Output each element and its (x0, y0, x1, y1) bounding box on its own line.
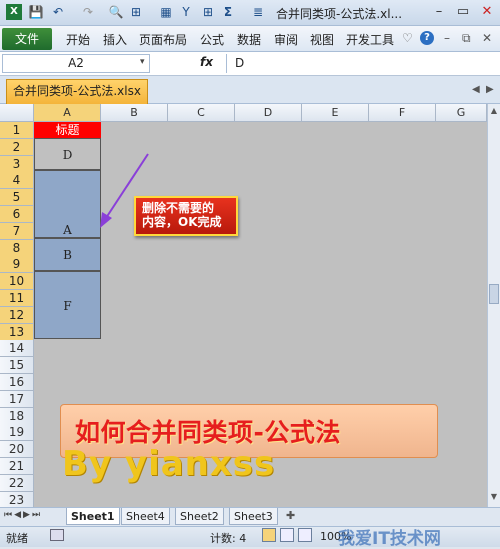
document-tab[interactable]: 合并同类项-公式法.xlsx (6, 79, 148, 104)
site-watermark: 我爱IT技术网 (338, 529, 441, 549)
column-header-e[interactable]: E (302, 104, 369, 122)
insert-function-icon[interactable]: fx (200, 55, 213, 69)
tab-scroll-right-icon[interactable]: ▶ (486, 84, 494, 95)
status-mode: 就绪 (6, 532, 28, 545)
row-header-17[interactable]: 17 (0, 390, 34, 408)
row-header-18[interactable]: 18 (0, 407, 34, 425)
sheet-tab-sheet1[interactable]: Sheet1 (66, 508, 120, 525)
scroll-up-icon[interactable]: ▲ (489, 106, 499, 118)
row-header-6[interactable]: 6 (0, 206, 34, 223)
name-box-dropdown-icon[interactable]: ▾ (140, 57, 145, 67)
tab-formulas[interactable]: 公式 (200, 31, 224, 48)
merged-cell-b[interactable]: B (34, 238, 101, 271)
column-header-d[interactable]: D (235, 104, 302, 122)
restore-icon[interactable]: ▭ (452, 3, 474, 21)
borders-icon[interactable]: ⊞ (200, 4, 216, 20)
row-header-3[interactable]: 3 (0, 155, 34, 173)
scroll-thumb[interactable] (489, 284, 499, 304)
column-header-a[interactable]: A (34, 104, 101, 122)
row-header-8[interactable]: 8 (0, 239, 34, 257)
row-header-9[interactable]: 9 (0, 256, 34, 274)
name-box[interactable]: A2 (2, 54, 150, 73)
cell-a1-header[interactable]: 标题 (34, 122, 101, 138)
macro-record-icon[interactable] (50, 529, 64, 541)
row-header-19[interactable]: 19 (0, 424, 34, 442)
tab-page-layout[interactable]: 页面布局 (139, 31, 187, 48)
normal-view-icon[interactable] (262, 528, 276, 542)
callout-box: 删除不需要的 内容，OK完成 (134, 196, 238, 236)
tab-insert[interactable]: 插入 (103, 31, 127, 48)
print-preview-icon[interactable]: 🔍 (108, 4, 124, 20)
help-icon[interactable]: ? (420, 31, 434, 45)
row-header-16[interactable]: 16 (0, 374, 34, 391)
redo-icon[interactable]: ↷ (80, 4, 96, 20)
row-header-4[interactable]: 4 (0, 172, 34, 190)
collapse-ribbon-icon[interactable]: ♡ (402, 31, 413, 45)
callout-line-1: 删除不需要的 (142, 201, 215, 215)
tab-developer[interactable]: 开发工具 (346, 31, 394, 48)
tab-scroll-left-icon[interactable]: ◀ (472, 84, 480, 95)
column-header-c[interactable]: C (168, 104, 235, 122)
window-title: 合并同类项-公式法.xl... (276, 7, 403, 21)
sheet-tab-sheet4[interactable]: Sheet4 (121, 508, 170, 525)
format-icon[interactable]: ⊞ (128, 4, 144, 20)
vertical-scrollbar[interactable]: ▲ ▼ (487, 104, 500, 507)
tab-home[interactable]: 开始 (66, 31, 90, 48)
page-layout-view-icon[interactable] (280, 528, 294, 542)
tab-review[interactable]: 审阅 (274, 31, 298, 48)
row-header-21[interactable]: 21 (0, 458, 34, 475)
row-header-15[interactable]: 15 (0, 357, 34, 375)
close-icon[interactable]: ✕ (476, 3, 498, 21)
tab-data[interactable]: 数据 (237, 31, 261, 48)
sheet-nav-icon[interactable]: ⏮◀▶⏭ (4, 510, 42, 520)
row-header-14[interactable]: 14 (0, 340, 34, 358)
byline-text: By yianxss (62, 444, 276, 484)
row-header-13[interactable]: 13 (0, 323, 34, 341)
select-all-corner[interactable] (0, 104, 34, 122)
excel-logo-icon: X (6, 4, 22, 20)
row-header-2[interactable]: 2 (0, 138, 34, 156)
undo-icon[interactable]: ↶ (50, 4, 66, 20)
row-header-12[interactable]: 12 (0, 306, 34, 324)
row-header-10[interactable]: 10 (0, 273, 34, 291)
ribbon-close-icon[interactable]: ✕ (482, 31, 492, 45)
title-bar: X 💾 ↶ ↷ 🔍 ⊞ ▦ Y ⊞ Σ ≣ 合并同类项-公式法.xl... – … (0, 0, 500, 26)
column-header-f[interactable]: F (369, 104, 436, 122)
row-header-1[interactable]: 1 (0, 122, 34, 139)
merged-cell-f[interactable]: F (34, 271, 101, 339)
row-header-5[interactable]: 5 (0, 189, 34, 207)
scroll-down-icon[interactable]: ▼ (489, 492, 499, 504)
ribbon-minimize-icon[interactable]: – (444, 31, 450, 45)
status-count: 计数: 4 (210, 532, 247, 545)
insert-sheet-icon[interactable]: ✚ (286, 509, 295, 522)
row-header-11[interactable]: 11 (0, 290, 34, 307)
page-break-view-icon[interactable] (298, 528, 312, 542)
autosum-icon[interactable]: Σ (220, 4, 236, 20)
sheet-tab-sheet2[interactable]: Sheet2 (175, 508, 224, 525)
formula-input[interactable]: D (226, 54, 498, 73)
filter-icon[interactable]: Y (178, 4, 194, 20)
file-tab[interactable]: 文件 (2, 28, 52, 50)
row-header-20[interactable]: 20 (0, 441, 34, 459)
minimize-icon[interactable]: – (428, 3, 450, 21)
save-icon[interactable]: 💾 (28, 4, 44, 20)
tab-view[interactable]: 视图 (310, 31, 334, 48)
sheet-tab-sheet3[interactable]: Sheet3 (229, 508, 278, 525)
column-header-g[interactable]: G (436, 104, 487, 122)
row-header-7[interactable]: 7 (0, 222, 34, 240)
camera-icon[interactable]: ▦ (158, 4, 174, 20)
callout-line-2: 内容，OK完成 (142, 215, 222, 229)
row-header-22[interactable]: 22 (0, 474, 34, 492)
row-header-23[interactable]: 23 (0, 491, 34, 507)
align-icon[interactable]: ≣ (250, 4, 266, 20)
column-header-b[interactable]: B (101, 104, 168, 122)
ribbon-restore-icon[interactable]: ⧉ (462, 31, 471, 46)
